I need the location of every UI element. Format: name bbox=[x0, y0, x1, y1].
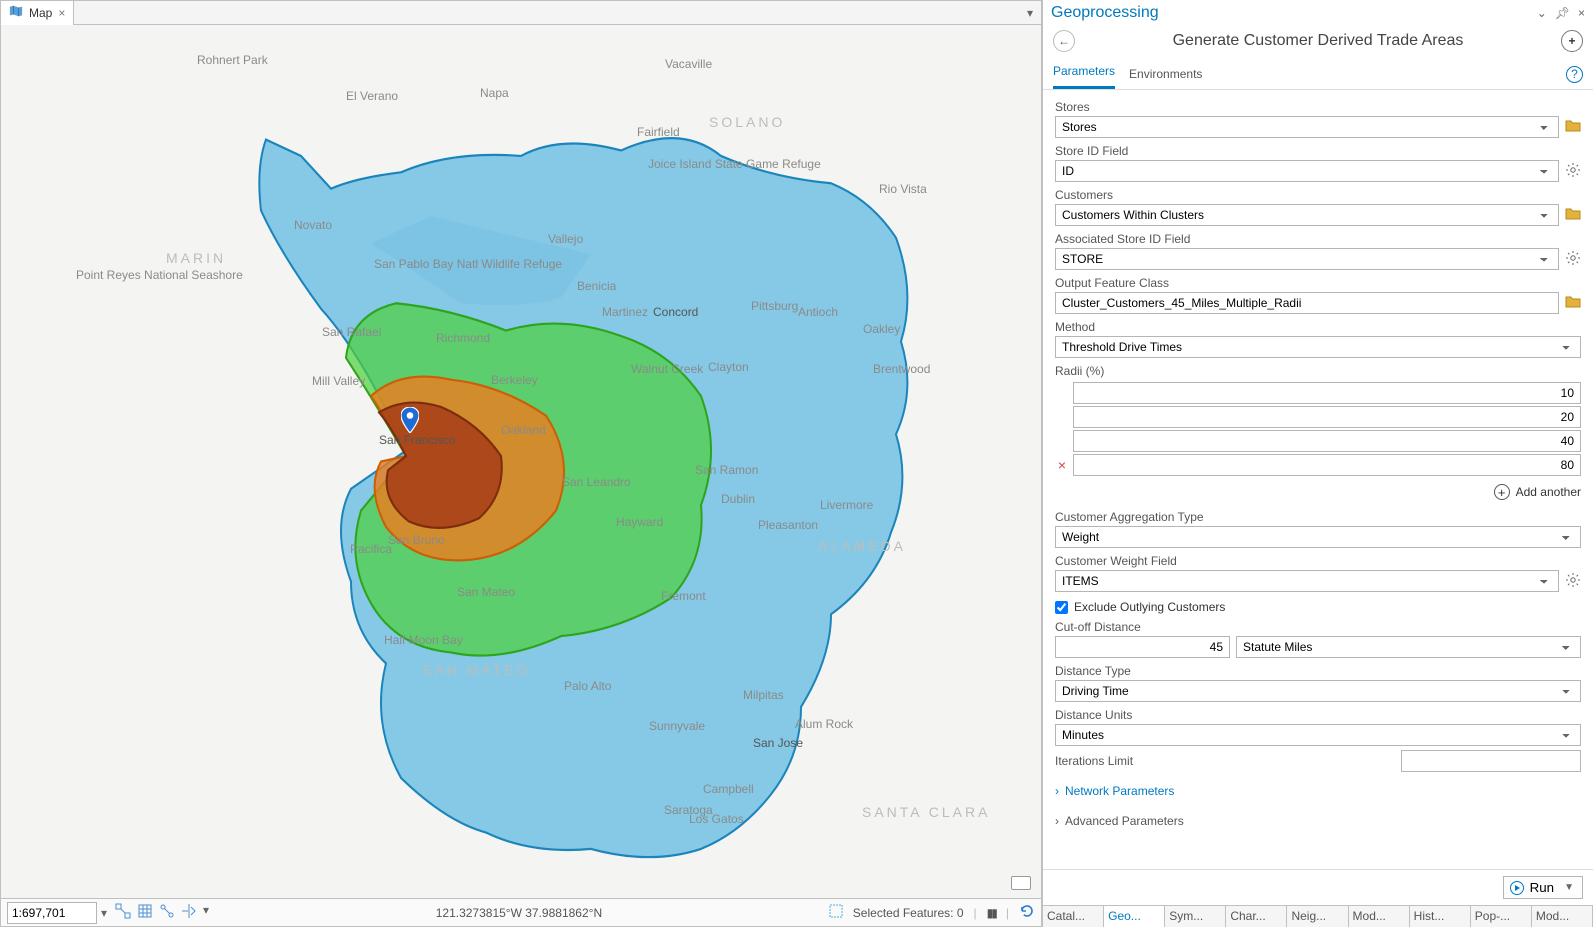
map-tab[interactable]: Map × bbox=[1, 1, 74, 25]
gear-icon[interactable] bbox=[1565, 572, 1581, 591]
map-canvas[interactable]: Rohnert ParkVacavilleEl VeranoNapaSOLANO… bbox=[1, 25, 1041, 898]
dtype-select[interactable]: Driving Time bbox=[1055, 680, 1581, 702]
store-pin[interactable] bbox=[401, 407, 419, 433]
method-label: Method bbox=[1055, 318, 1581, 336]
panel-title: Geoprocessing bbox=[1051, 4, 1159, 22]
grid-icon[interactable] bbox=[137, 903, 153, 922]
bottom-tab[interactable]: Catal... bbox=[1043, 906, 1104, 927]
weight-select[interactable]: ITEMS bbox=[1055, 570, 1559, 592]
bottom-tab[interactable]: Char... bbox=[1226, 906, 1287, 927]
chevron-down-icon[interactable]: ▾ bbox=[1019, 6, 1041, 20]
method-select[interactable]: Threshold Drive Times bbox=[1055, 336, 1581, 358]
plus-icon: + bbox=[1494, 484, 1510, 500]
folder-icon[interactable] bbox=[1565, 118, 1581, 137]
chevron-down-icon[interactable]: ▾ bbox=[203, 903, 209, 922]
radius-input[interactable] bbox=[1073, 430, 1581, 452]
network-params-expand[interactable]: Network Parameters bbox=[1055, 776, 1581, 806]
dtype-label: Distance Type bbox=[1055, 662, 1581, 680]
bottom-tab[interactable]: Sym... bbox=[1165, 906, 1226, 927]
weight-label: Customer Weight Field bbox=[1055, 552, 1581, 570]
cutoff-input[interactable] bbox=[1055, 636, 1230, 658]
bottom-tab[interactable]: Neig... bbox=[1287, 906, 1348, 927]
parameters-form: Stores Stores Store ID Field ID Customer… bbox=[1043, 90, 1593, 869]
bottom-tab[interactable]: Hist... bbox=[1410, 906, 1471, 927]
exclude-label: Exclude Outlying Customers bbox=[1074, 600, 1225, 614]
bottom-tab[interactable]: Pop-... bbox=[1471, 906, 1532, 927]
tab-parameters[interactable]: Parameters bbox=[1053, 58, 1115, 89]
stores-label: Stores bbox=[1055, 98, 1581, 116]
pin-icon[interactable]: 📌︎ bbox=[1555, 6, 1570, 20]
selection-indicator-icon bbox=[829, 904, 843, 921]
delete-radius-button[interactable]: × bbox=[1055, 457, 1069, 473]
panel-bottom-tabs: Catal...Geo...Sym...Char...Neig...Mod...… bbox=[1043, 905, 1593, 927]
close-icon[interactable]: × bbox=[1578, 6, 1585, 20]
storeid-label: Store ID Field bbox=[1055, 142, 1581, 160]
map-pane: Map × ▾ Rohnert ParkVacavi bbox=[0, 0, 1042, 927]
bottom-tab[interactable]: Mod... bbox=[1349, 906, 1410, 927]
output-input[interactable] bbox=[1055, 292, 1559, 314]
radius-input[interactable] bbox=[1073, 406, 1581, 428]
dunits-label: Distance Units bbox=[1055, 706, 1581, 724]
agg-label: Customer Aggregation Type bbox=[1055, 508, 1581, 526]
gear-icon[interactable] bbox=[1565, 250, 1581, 269]
tab-environments[interactable]: Environments bbox=[1129, 61, 1202, 89]
add-button[interactable]: + bbox=[1561, 30, 1583, 52]
radii-label: Radii (%) bbox=[1055, 362, 1581, 380]
agg-select[interactable]: Weight bbox=[1055, 526, 1581, 548]
cutoff-units-select[interactable]: Statute Miles bbox=[1236, 636, 1581, 658]
scale-input[interactable] bbox=[7, 902, 97, 924]
tool-title: Generate Customer Derived Trade Areas bbox=[1075, 32, 1561, 50]
help-icon[interactable]: ? bbox=[1566, 66, 1583, 83]
assoc-label: Associated Store ID Field bbox=[1055, 230, 1581, 248]
chevron-down-icon[interactable]: ▼ bbox=[1564, 882, 1574, 893]
dunits-select[interactable]: Minutes bbox=[1055, 724, 1581, 746]
basemap-constraint-icon[interactable] bbox=[1011, 876, 1031, 890]
cutoff-label: Cut-off Distance bbox=[1055, 618, 1581, 636]
folder-icon[interactable] bbox=[1565, 294, 1581, 313]
folder-icon[interactable] bbox=[1565, 206, 1581, 225]
exclude-checkbox[interactable] bbox=[1055, 601, 1068, 614]
iter-input[interactable] bbox=[1401, 750, 1581, 772]
advanced-params-expand[interactable]: Advanced Parameters bbox=[1055, 806, 1581, 836]
selected-features: Selected Features: 0 bbox=[853, 906, 964, 920]
map-tab-bar: Map × ▾ bbox=[1, 1, 1041, 25]
close-icon[interactable]: × bbox=[58, 6, 65, 20]
iter-label: Iterations Limit bbox=[1055, 752, 1133, 770]
storeid-select[interactable]: ID bbox=[1055, 160, 1559, 182]
map-layers bbox=[1, 25, 1041, 898]
add-another-button[interactable]: + Add another bbox=[1055, 478, 1581, 504]
status-tools: ▾ bbox=[115, 903, 209, 922]
snap2-icon[interactable] bbox=[159, 903, 175, 922]
customers-label: Customers bbox=[1055, 186, 1581, 204]
correction-icon[interactable] bbox=[181, 903, 197, 922]
play-icon bbox=[1510, 881, 1524, 895]
stores-select[interactable]: Stores bbox=[1055, 116, 1559, 138]
map-status-bar: ▾ ▾ 121.3273815°W 37.9881862°N Selected … bbox=[1, 898, 1041, 926]
pause-icon[interactable]: ▮▮ bbox=[987, 906, 996, 920]
chevron-down-icon[interactable]: ▾ bbox=[101, 906, 107, 920]
refresh-icon[interactable] bbox=[1019, 903, 1035, 922]
snap-icon[interactable] bbox=[115, 903, 131, 922]
bottom-tab[interactable]: Geo... bbox=[1104, 906, 1165, 927]
radius-input[interactable] bbox=[1073, 454, 1581, 476]
run-button[interactable]: Run ▼ bbox=[1503, 876, 1583, 899]
coordinates-readout: 121.3273815°W 37.9881862°N bbox=[217, 906, 821, 920]
geoprocessing-panel: Geoprocessing ⌄ 📌︎ × ← Generate Customer… bbox=[1042, 0, 1593, 927]
output-label: Output Feature Class bbox=[1055, 274, 1581, 292]
bottom-tab[interactable]: Mod... bbox=[1532, 906, 1593, 927]
assoc-select[interactable]: STORE bbox=[1055, 248, 1559, 270]
map-icon bbox=[9, 4, 23, 21]
radius-input[interactable] bbox=[1073, 382, 1581, 404]
back-button[interactable]: ← bbox=[1053, 30, 1075, 52]
chevron-down-icon[interactable]: ⌄ bbox=[1537, 6, 1547, 20]
gear-icon[interactable] bbox=[1565, 162, 1581, 181]
map-tab-title: Map bbox=[29, 6, 52, 20]
customers-select[interactable]: Customers Within Clusters bbox=[1055, 204, 1559, 226]
